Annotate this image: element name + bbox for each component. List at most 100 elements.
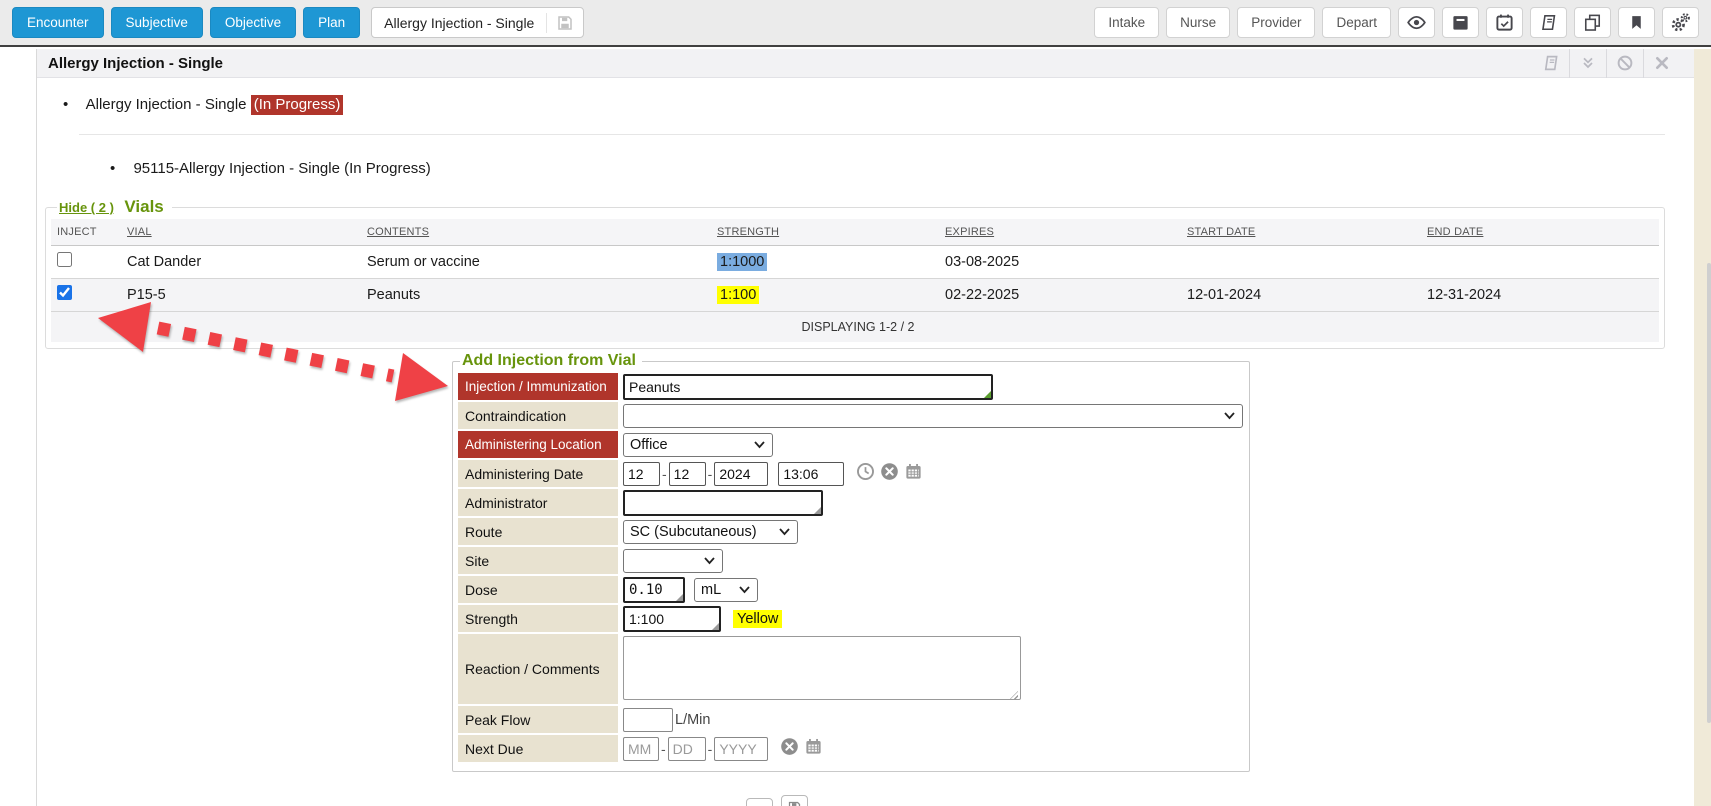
next-due-year-input[interactable] bbox=[714, 737, 768, 761]
column-header-end-date[interactable]: END DATE bbox=[1421, 219, 1659, 245]
column-header-strength[interactable]: STRENGTH bbox=[711, 219, 939, 245]
end-date-cell bbox=[1421, 245, 1659, 278]
bottom-save-button[interactable] bbox=[781, 795, 808, 806]
administrator-row: Administrator bbox=[458, 489, 1244, 516]
reaction-comments-textarea[interactable] bbox=[623, 636, 1021, 700]
next-due-label: Next Due bbox=[458, 735, 618, 762]
bookmark-icon[interactable] bbox=[1618, 7, 1655, 38]
strength-highlight: 1:100 bbox=[717, 286, 759, 304]
route-select[interactable]: SC (Subcutaneous) bbox=[623, 520, 798, 544]
strength-label: Strength bbox=[458, 605, 618, 632]
book-icon[interactable] bbox=[1530, 7, 1567, 38]
bottom-action-button[interactable] bbox=[746, 798, 773, 806]
hide-vials-link[interactable]: Hide ( 2 ) bbox=[59, 200, 114, 215]
inject-checkbox[interactable] bbox=[57, 285, 72, 300]
contraindication-label: Contraindication bbox=[458, 402, 618, 429]
vials-section-title: Vials bbox=[124, 197, 163, 216]
vertical-scrollbar[interactable] bbox=[1707, 263, 1711, 723]
date-separator: - bbox=[708, 466, 713, 482]
date-year-input[interactable] bbox=[714, 462, 768, 486]
clear-date-icon[interactable] bbox=[780, 737, 799, 761]
strength-color-note: Yellow bbox=[733, 610, 782, 628]
form-title: Add Injection from Vial bbox=[460, 352, 642, 370]
close-x-icon[interactable] bbox=[1643, 49, 1680, 78]
peak-flow-label: Peak Flow bbox=[458, 706, 618, 733]
calendar-picker-icon[interactable] bbox=[904, 462, 923, 486]
panel-left-border bbox=[36, 49, 37, 806]
subjective-button[interactable]: Subjective bbox=[111, 7, 203, 38]
objective-button[interactable]: Objective bbox=[210, 7, 296, 38]
vial-cell: P15-5 bbox=[121, 278, 361, 311]
strength-input[interactable] bbox=[623, 606, 721, 632]
expires-cell: 03-08-2025 bbox=[939, 245, 1181, 278]
date-separator: - bbox=[708, 741, 713, 757]
next-due-day-input[interactable] bbox=[668, 737, 706, 761]
settings-gears-icon[interactable] bbox=[1662, 7, 1699, 38]
peak-flow-unit: L/Min bbox=[675, 712, 710, 728]
depart-button[interactable]: Depart bbox=[1322, 7, 1391, 38]
date-separator: - bbox=[661, 741, 666, 757]
administrator-input[interactable] bbox=[623, 490, 823, 516]
administering-location-row: Administering Location Office bbox=[458, 431, 1244, 458]
injection-row: Injection / Immunization bbox=[458, 373, 1244, 400]
administering-location-select[interactable]: Office bbox=[623, 433, 773, 457]
expires-cell: 02-22-2025 bbox=[939, 278, 1181, 311]
top-toolbar: Encounter Subjective Objective Plan Alle… bbox=[0, 0, 1711, 47]
column-header-contents[interactable]: CONTENTS bbox=[361, 219, 711, 245]
contents-cell: Serum or vaccine bbox=[361, 245, 711, 278]
clear-date-icon[interactable] bbox=[880, 462, 899, 486]
administrator-label: Administrator bbox=[458, 489, 618, 516]
dose-unit-select[interactable]: mL bbox=[694, 578, 758, 602]
inject-checkbox[interactable] bbox=[57, 252, 72, 267]
panel-header-icons bbox=[1532, 49, 1680, 78]
vials-section: Hide ( 2 ) Vials INJECT VIAL CONTENTS ST… bbox=[45, 197, 1665, 349]
site-select[interactable] bbox=[623, 549, 723, 573]
active-document-tab[interactable]: Allergy Injection - Single bbox=[371, 7, 584, 38]
column-header-start-date[interactable]: START DATE bbox=[1181, 219, 1421, 245]
date-month-input[interactable] bbox=[623, 462, 660, 486]
column-header-expires[interactable]: EXPIRES bbox=[939, 219, 1181, 245]
injection-label: Injection / Immunization bbox=[458, 373, 618, 400]
route-row: Route SC (Subcutaneous) bbox=[458, 518, 1244, 545]
encounter-button[interactable]: Encounter bbox=[12, 7, 104, 38]
contraindication-select[interactable] bbox=[623, 404, 1243, 428]
status-subitem-text: 95115-Allergy Injection - Single (In Pro… bbox=[133, 160, 430, 177]
date-day-input[interactable] bbox=[669, 462, 706, 486]
time-input[interactable] bbox=[778, 462, 844, 486]
current-time-icon[interactable] bbox=[856, 462, 875, 486]
cancel-ban-icon[interactable] bbox=[1606, 49, 1643, 78]
nurse-button[interactable]: Nurse bbox=[1166, 7, 1230, 38]
list-divider bbox=[79, 134, 1665, 135]
reaction-row: Reaction / Comments bbox=[458, 634, 1244, 704]
calendar-check-icon[interactable] bbox=[1486, 7, 1523, 38]
dose-input[interactable] bbox=[623, 577, 685, 603]
status-list-item: Allergy Injection - Single (In Progress) bbox=[63, 96, 343, 113]
reaction-label: Reaction / Comments bbox=[458, 634, 618, 704]
paging-status: DISPLAYING 1-2 / 2 bbox=[51, 311, 1659, 342]
next-due-row: Next Due - - bbox=[458, 735, 1244, 762]
administering-date-label: Administering Date bbox=[458, 460, 618, 487]
save-icon[interactable] bbox=[547, 14, 583, 32]
column-header-vial[interactable]: VIAL bbox=[121, 219, 361, 245]
next-due-month-input[interactable] bbox=[623, 737, 659, 761]
vials-table: INJECT VIAL CONTENTS STRENGTH EXPIRES ST… bbox=[51, 219, 1659, 342]
vial-cell: Cat Dander bbox=[121, 245, 361, 278]
peak-flow-row: Peak Flow L/Min bbox=[458, 706, 1244, 733]
book-icon[interactable] bbox=[1532, 49, 1569, 78]
calendar-picker-icon[interactable] bbox=[804, 737, 823, 761]
tab-label: Allergy Injection - Single bbox=[372, 15, 546, 31]
archive-icon[interactable] bbox=[1442, 7, 1479, 38]
site-label: Site bbox=[458, 547, 618, 574]
strength-cell: 1:1000 bbox=[711, 245, 939, 278]
plan-button[interactable]: Plan bbox=[303, 7, 360, 38]
status-item-text: Allergy Injection - Single bbox=[86, 96, 247, 113]
eye-icon[interactable] bbox=[1398, 7, 1435, 38]
administering-location-label: Administering Location bbox=[458, 431, 618, 458]
peak-flow-input[interactable] bbox=[623, 708, 673, 732]
page-title: Allergy Injection - Single bbox=[48, 55, 223, 72]
collapse-double-chevron-icon[interactable] bbox=[1569, 49, 1606, 78]
provider-button[interactable]: Provider bbox=[1237, 7, 1315, 38]
intake-button[interactable]: Intake bbox=[1094, 7, 1159, 38]
injection-input[interactable] bbox=[623, 374, 993, 400]
copy-icon[interactable] bbox=[1574, 7, 1611, 38]
